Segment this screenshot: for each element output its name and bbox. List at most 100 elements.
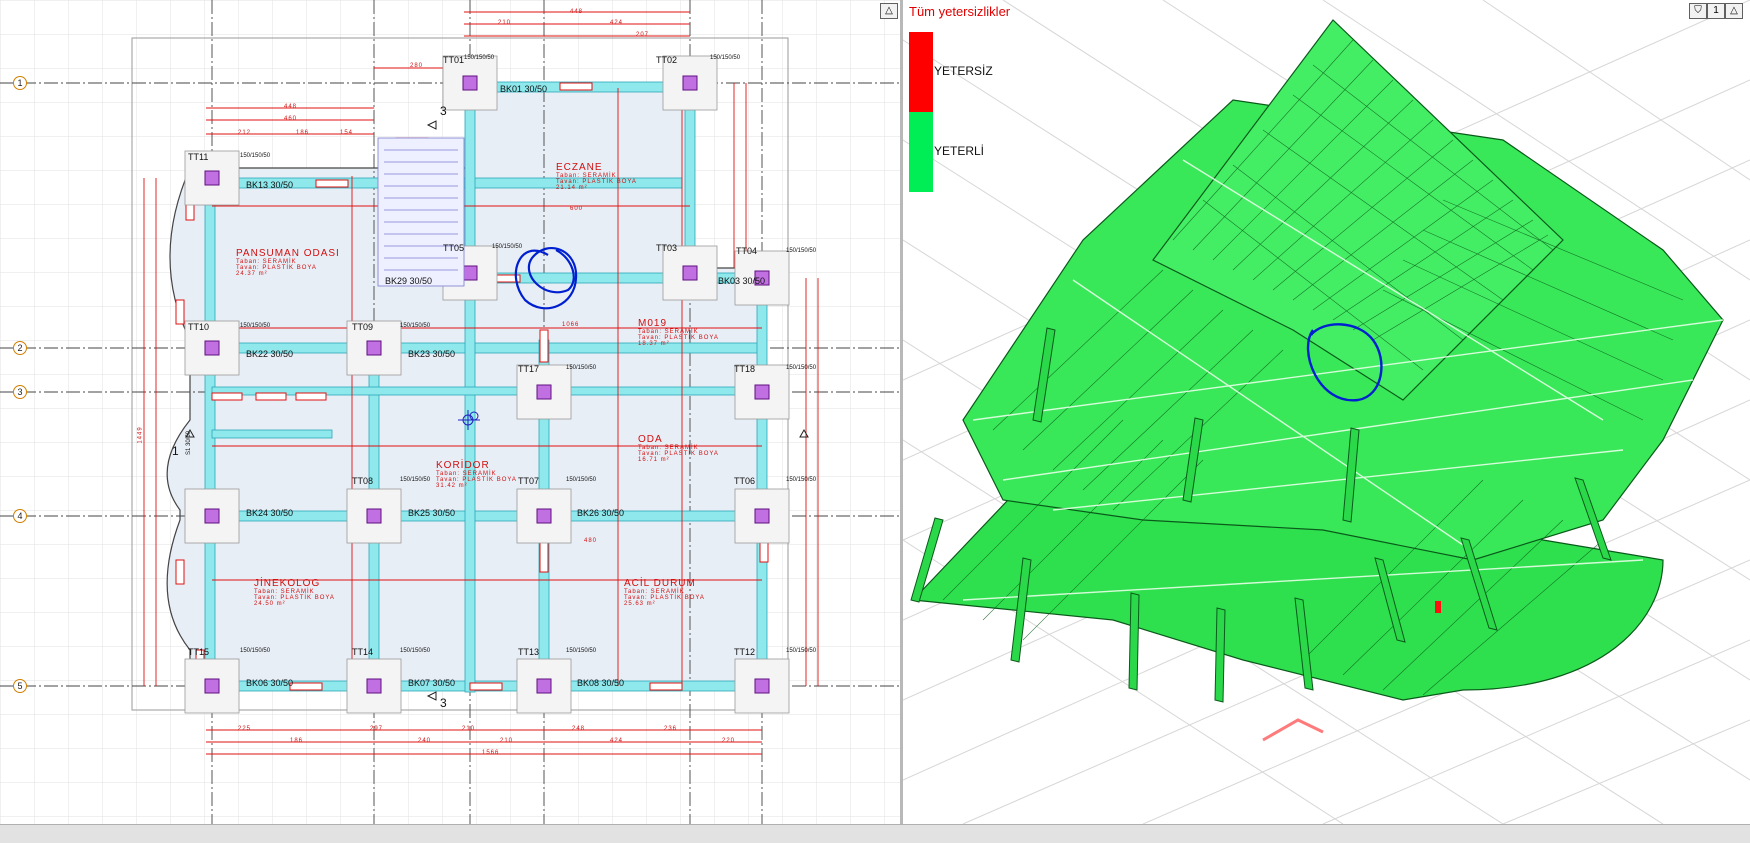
dimension-text: 154 [340, 130, 354, 136]
dimension-text: 240 [418, 738, 432, 744]
column-label: TT04 [736, 246, 758, 256]
axis-bubble-4: 4 [13, 509, 27, 523]
floor-plan-canvas[interactable] [0, 0, 900, 824]
axis-bubble-2: 2 [13, 341, 27, 355]
legend-label-yeterli: YETERLİ [934, 144, 985, 158]
room-jinekolog[interactable]: JİNEKOLOG Taban: SERAMİK Tavan: PLASTİK … [254, 578, 335, 607]
column-size-label: 150/150/50 [566, 477, 597, 483]
column-label: TT07 [518, 476, 540, 486]
status-bar [0, 824, 1750, 843]
beam-label: BK24 30/50 [246, 508, 294, 518]
room-eczane[interactable]: ECZANE Taban: SERAMİK Tavan: PLASTİK BOY… [556, 162, 637, 191]
column-size-label: 150/150/50 [240, 153, 271, 159]
legend-swatch-yetersiz [909, 32, 933, 112]
column-size-label: 150/150/50 [240, 323, 271, 329]
room-area: 31.42 m² [436, 483, 468, 489]
room-area: 16.71 m² [638, 457, 670, 463]
column-label: TT05 [443, 243, 465, 253]
column-size-label: 150/150/50 [464, 55, 495, 61]
column-label: TT11 [188, 152, 209, 162]
room-area: 21.14 m² [556, 185, 588, 191]
view-number-button[interactable]: 1 [1707, 3, 1725, 19]
dimension-text: 480 [584, 538, 598, 544]
model-3d-pane[interactable]: Tüm yetersizlikler YETERSİZ YETERLİ ⛉ 1 … [903, 0, 1750, 824]
column-size-label: 150/150/50 [566, 648, 597, 654]
column-size-label: 150/150/50 [786, 477, 817, 483]
beam-label: BK06 30/50 [246, 678, 294, 688]
beam-label: BK26 30/50 [577, 508, 625, 518]
room-name: ACİL DURUM [624, 578, 696, 589]
dimension-text: 248 [572, 726, 586, 732]
room-pansuman-odasi[interactable]: PANSUMAN ODASI Taban: SERAMİK Tavan: PLA… [236, 248, 340, 277]
column-label: TT13 [518, 647, 540, 657]
room-area: 25.63 m² [624, 601, 656, 607]
dimension-text: 210 [500, 738, 514, 744]
column-size-label: 150/150/50 [786, 365, 817, 371]
column-label: TT06 [734, 476, 756, 486]
column-size-label: 150/150/50 [566, 365, 597, 371]
beam-label: BK01 30/50 [500, 84, 548, 94]
column-size-label: 150/150/50 [710, 55, 741, 61]
dimension-text: 448 [570, 9, 584, 15]
column-size-label: 150/150/50 [786, 648, 817, 654]
dimension-text: 424 [610, 738, 624, 744]
room-name: ECZANE [556, 162, 603, 173]
beam-label: BK03 30/50 [718, 276, 766, 286]
column-label: TT18 [734, 364, 756, 374]
room-name: M019 [638, 318, 668, 329]
legend-label-yetersiz: YETERSİZ [934, 64, 993, 78]
dimension-text: 207 [636, 32, 650, 38]
room-oda[interactable]: ODA Taban: SERAMİK Tavan: PLASTİK BOYA 1… [638, 434, 719, 463]
column-label: TT01 [443, 55, 465, 65]
dimension-text: 220 [722, 738, 736, 744]
dimension-text: 297 [370, 726, 384, 732]
beam-label: BK29 30/50 [385, 276, 433, 286]
dimension-text: 210 [498, 20, 512, 26]
dimension-text: 1449 [137, 426, 144, 444]
beam-label: BK22 30/50 [246, 349, 294, 359]
plan-view-pane[interactable]: 1 2 3 4 5 3 1 3 TT01 TT02 TT11 TT05 TT03… [0, 0, 900, 824]
dimension-text: 236 [664, 726, 678, 732]
column-label: TT02 [656, 55, 678, 65]
section-mark-label: 1 [172, 444, 179, 458]
section-mark-label: 3 [440, 104, 447, 118]
stair-symbol [377, 137, 465, 287]
dimension-text: 186 [290, 738, 304, 744]
room-area: 24.50 m² [254, 601, 286, 607]
room-m019[interactable]: M019 Taban: SERAMİK Tavan: PLASTİK BOYA … [638, 318, 719, 347]
room-area: 18.37 m² [638, 341, 670, 347]
beam-label: BK13 30/50 [246, 180, 294, 190]
column-size-label: 150/150/50 [400, 648, 431, 654]
dimension-text: 1566 [482, 750, 500, 756]
dimension-text: 460 [284, 116, 298, 122]
column-label: TT08 [352, 476, 374, 486]
room-koridor[interactable]: KORİDOR Taban: SERAMİK Tavan: PLASTİK BO… [436, 460, 517, 489]
model-maximize-button[interactable]: △ [1725, 3, 1743, 19]
filter-button[interactable]: ⛉ [1689, 3, 1707, 19]
dimension-text: 424 [610, 20, 624, 26]
room-name: PANSUMAN ODASI [236, 248, 340, 259]
room-name: KORİDOR [436, 460, 490, 471]
dimension-text: 186 [296, 130, 310, 136]
plan-maximize-button[interactable]: △ [880, 3, 898, 19]
column-label: TT15 [188, 647, 210, 657]
column-size-label: 150/150/50 [400, 323, 431, 329]
dimension-text: 448 [284, 104, 298, 110]
model-3d-canvas[interactable] [903, 0, 1750, 824]
column-label: TT10 [188, 322, 210, 332]
dimension-text: 225 [238, 726, 252, 732]
beam-label: BK25 30/50 [408, 508, 456, 518]
beam-label: BK07 30/50 [408, 678, 456, 688]
beam-label: BK23 30/50 [408, 349, 456, 359]
axis-bubble-5: 5 [13, 679, 27, 693]
axis-bubble-3: 3 [13, 385, 27, 399]
column-label: TT14 [352, 647, 374, 657]
room-name: ODA [638, 434, 663, 445]
legend-swatch-yeterli [909, 112, 933, 192]
room-acil-durum[interactable]: ACİL DURUM Taban: SERAMİK Tavan: PLASTİK… [624, 578, 705, 607]
dimension-text: 212 [238, 130, 252, 136]
column-size-label: 150/150/50 [240, 648, 271, 654]
room-area: 24.37 m² [236, 271, 268, 277]
column-size-label: 150/150/50 [492, 244, 523, 250]
column-label: TT03 [656, 243, 678, 253]
